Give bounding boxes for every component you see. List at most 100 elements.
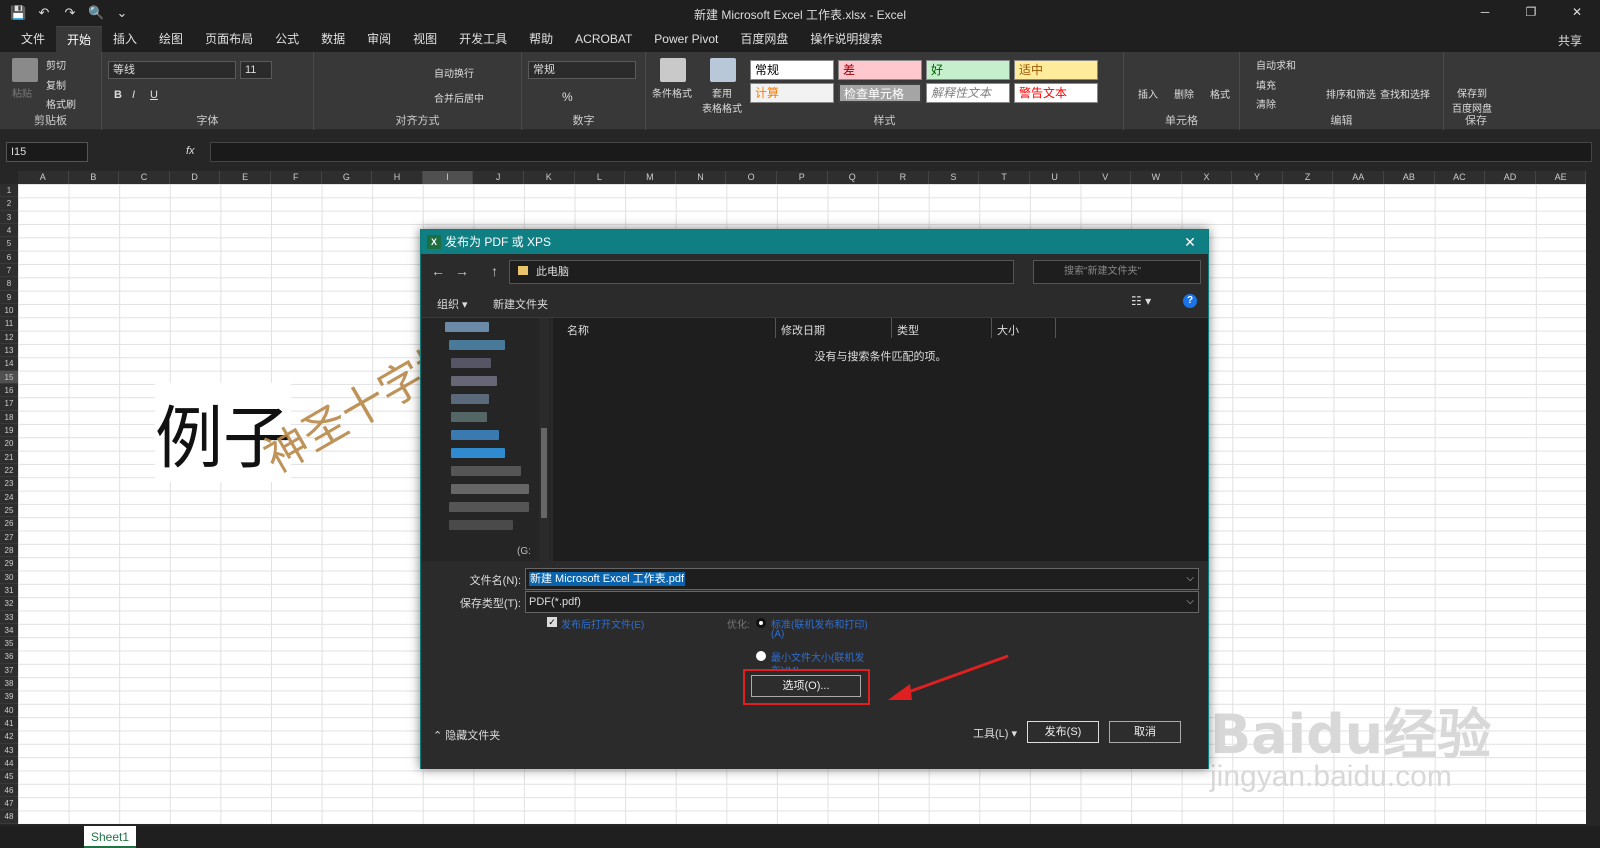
style-explanatory[interactable]: 解释性文本 — [926, 83, 1010, 103]
row-header[interactable]: 14 — [0, 357, 18, 371]
column-header[interactable]: T — [979, 171, 1030, 184]
row-header[interactable]: 24 — [0, 491, 18, 504]
row-header[interactable]: 28 — [0, 544, 18, 558]
tab-data[interactable]: 数据 — [310, 26, 356, 52]
standard-radio[interactable] — [756, 618, 766, 628]
row-header[interactable]: 22 — [0, 464, 18, 478]
tab-power-pivot[interactable]: Power Pivot — [643, 26, 729, 52]
format-cells-button[interactable]: 格式 — [1210, 86, 1230, 101]
clear-button[interactable]: 清除 — [1256, 96, 1276, 111]
autosum-button[interactable]: 自动求和 — [1256, 57, 1296, 72]
row-header[interactable]: 27 — [0, 531, 18, 544]
column-header[interactable]: Z — [1283, 171, 1334, 184]
nav-scrollbar[interactable] — [539, 318, 549, 561]
column-header[interactable]: Y — [1232, 171, 1283, 184]
insert-cells-button[interactable]: 插入 — [1138, 86, 1158, 101]
row-header[interactable]: 7 — [0, 264, 18, 278]
row-header[interactable]: 21 — [0, 451, 18, 464]
row-header[interactable]: 20 — [0, 437, 18, 451]
row-header[interactable]: 42 — [0, 730, 18, 744]
row-header[interactable]: 36 — [0, 650, 18, 664]
nav-item[interactable] — [451, 412, 487, 422]
nav-item[interactable] — [451, 466, 521, 476]
row-header[interactable]: 1 — [0, 184, 18, 198]
column-header[interactable]: G — [322, 171, 373, 184]
tab-page-layout[interactable]: 页面布局 — [194, 26, 264, 52]
column-header[interactable]: L — [575, 171, 626, 184]
delete-cells-button[interactable]: 删除 — [1174, 86, 1194, 101]
organize-menu[interactable]: 组织 ▾ — [437, 296, 468, 312]
column-header[interactable]: AE — [1536, 171, 1587, 184]
column-header[interactable]: U — [1030, 171, 1081, 184]
column-header[interactable]: D — [170, 171, 221, 184]
column-header[interactable]: W — [1131, 171, 1182, 184]
column-header[interactable]: AD — [1485, 171, 1536, 184]
tab-draw[interactable]: 绘图 — [148, 26, 194, 52]
row-header[interactable]: 47 — [0, 797, 18, 811]
tab-acrobat[interactable]: ACROBAT — [564, 26, 643, 52]
minimize-button[interactable]: ─ — [1462, 0, 1508, 26]
nav-item[interactable] — [451, 394, 489, 404]
row-header[interactable]: 13 — [0, 344, 18, 358]
format-painter-button[interactable]: 格式刷 — [46, 96, 76, 111]
chevron-down-icon[interactable]: ⌵ — [1186, 592, 1194, 612]
row-header[interactable]: 17 — [0, 397, 18, 411]
tools-menu[interactable]: 工具(L) ▾ — [973, 725, 1017, 741]
tab-developer[interactable]: 开发工具 — [448, 26, 518, 52]
style-bad[interactable]: 差 — [838, 60, 922, 80]
back-icon[interactable]: ← — [431, 263, 445, 279]
row-header[interactable]: 38 — [0, 677, 18, 691]
dialog-close-button[interactable]: ✕ — [1180, 230, 1200, 254]
search-input[interactable]: 搜索"新建文件夹" — [1033, 260, 1201, 284]
col-modified[interactable]: 修改日期 — [781, 322, 825, 338]
style-calculation[interactable]: 计算 — [750, 83, 834, 103]
column-header[interactable]: J — [473, 171, 524, 184]
column-header[interactable]: A — [18, 171, 69, 184]
number-format-dropdown[interactable]: 常规 — [528, 61, 636, 79]
column-header[interactable]: X — [1182, 171, 1233, 184]
format-as-table-icon[interactable] — [710, 58, 736, 82]
row-header[interactable]: 3 — [0, 211, 18, 224]
col-name[interactable]: 名称 — [567, 322, 589, 338]
row-header[interactable]: 12 — [0, 331, 18, 344]
restore-button[interactable]: ❐ — [1508, 0, 1554, 26]
bold-button[interactable]: B — [114, 89, 122, 101]
column-header[interactable]: AA — [1333, 171, 1385, 184]
row-header[interactable]: 35 — [0, 637, 18, 651]
filename-input[interactable]: 新建 Microsoft Excel 工作表.pdf ⌵ — [525, 568, 1199, 590]
row-header[interactable]: 5 — [0, 237, 18, 251]
nav-item[interactable] — [449, 520, 513, 530]
style-good[interactable]: 好 — [926, 60, 1010, 80]
format-as-table-button[interactable]: 套用 表格格式 — [702, 85, 742, 115]
chevron-down-icon[interactable]: ⌵ — [1186, 569, 1194, 589]
paste-icon[interactable] — [12, 58, 38, 82]
style-check-cell[interactable]: 检查单元格 — [838, 83, 922, 103]
row-header[interactable]: 16 — [0, 384, 18, 398]
font-size-dropdown[interactable]: 11 — [240, 61, 272, 79]
column-header[interactable]: B — [69, 171, 120, 184]
underline-button[interactable]: U — [150, 89, 158, 101]
font-name-dropdown[interactable]: 等线 — [108, 61, 236, 79]
style-warning[interactable]: 警告文本 — [1014, 83, 1098, 103]
row-header[interactable]: 31 — [0, 584, 18, 598]
tab-home[interactable]: 开始 — [56, 26, 103, 52]
row-header[interactable]: 19 — [0, 424, 18, 438]
row-header[interactable]: 18 — [0, 411, 18, 424]
nav-item[interactable] — [451, 376, 497, 386]
hide-folders-toggle[interactable]: ⌃ 隐藏文件夹 — [433, 727, 500, 743]
publish-button[interactable]: 发布(S) — [1027, 721, 1099, 743]
row-header[interactable]: 37 — [0, 664, 18, 678]
row-header[interactable]: 48 — [0, 810, 18, 824]
tab-file[interactable]: 文件 — [10, 26, 56, 52]
row-header[interactable]: 26 — [0, 517, 18, 531]
column-header[interactable]: O — [726, 171, 777, 184]
style-neutral[interactable]: 适中 — [1014, 60, 1098, 80]
column-header[interactable]: H — [372, 171, 423, 184]
row-header[interactable]: 45 — [0, 770, 18, 784]
file-list[interactable]: 名称 修改日期 类型 大小 没有与搜索条件匹配的项。 — [553, 318, 1208, 561]
nav-item[interactable] — [451, 358, 491, 368]
formula-input[interactable] — [210, 142, 1592, 162]
nav-item[interactable] — [445, 322, 489, 332]
col-size[interactable]: 大小 — [997, 322, 1019, 338]
column-header[interactable]: E — [220, 171, 271, 184]
